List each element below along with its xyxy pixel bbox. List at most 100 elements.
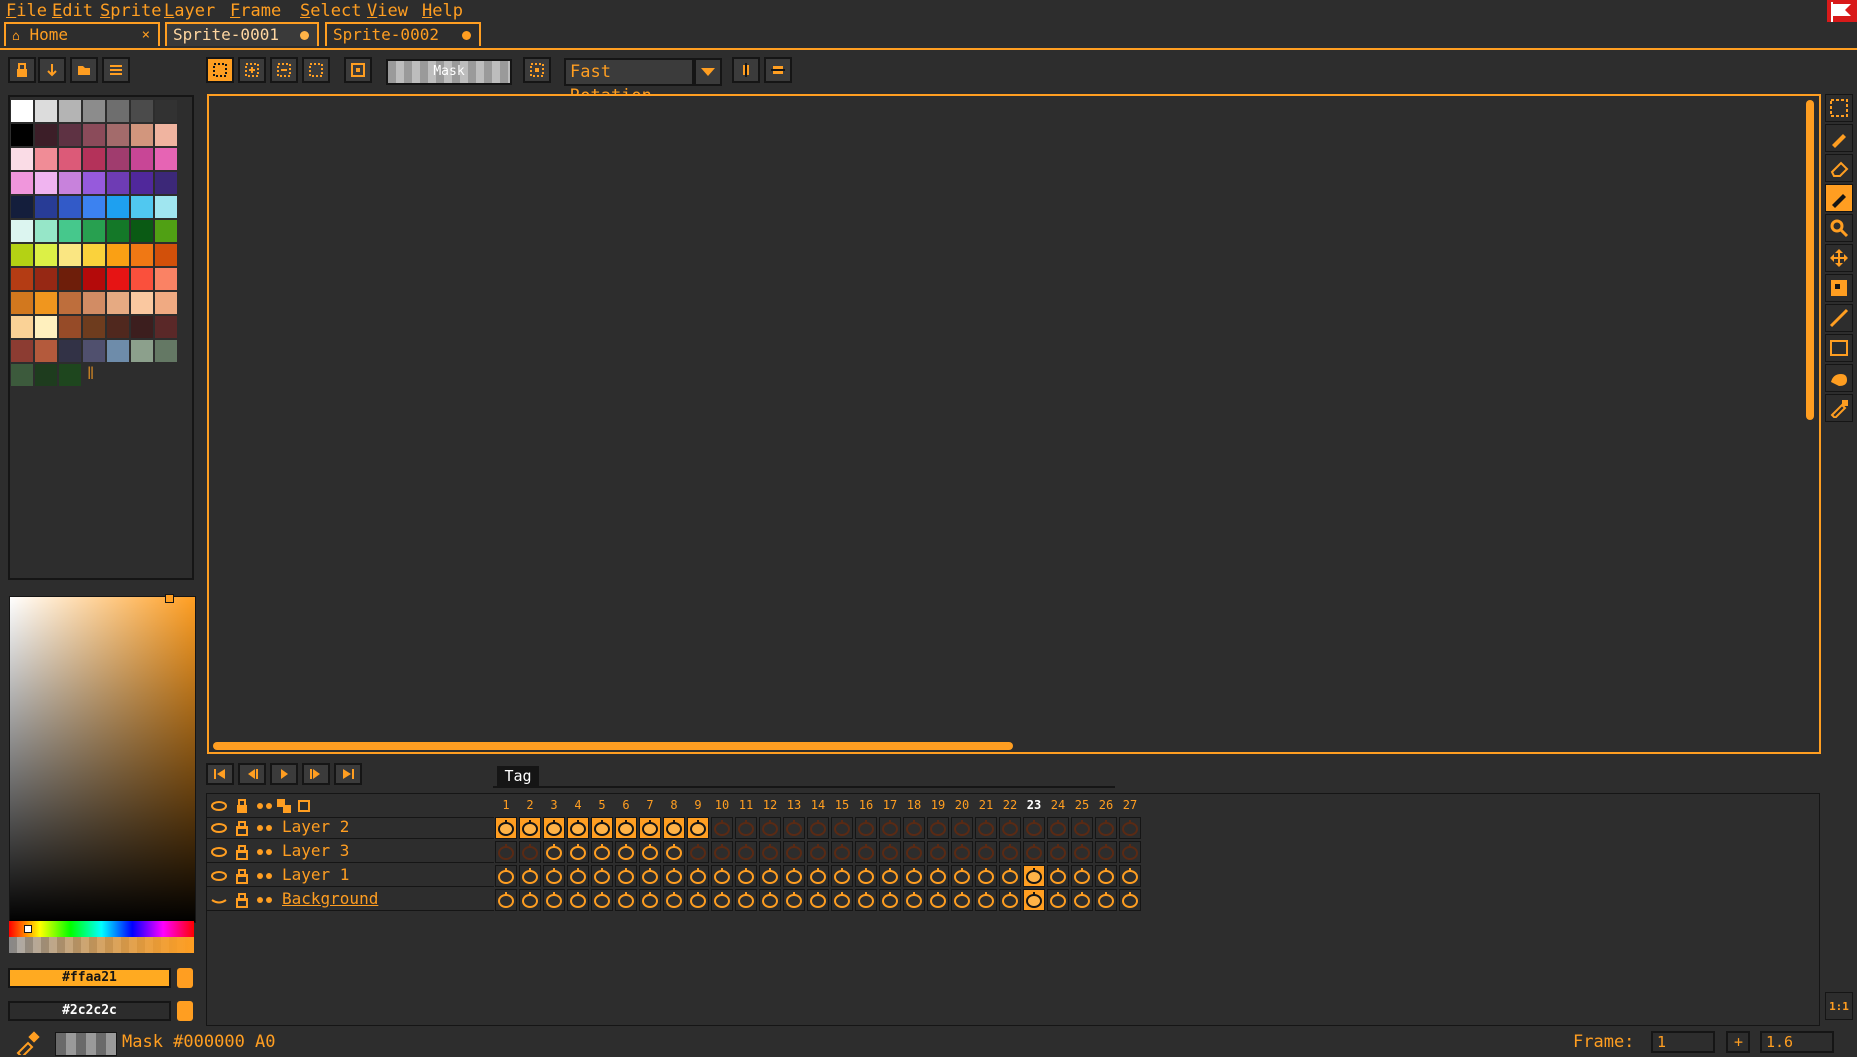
cel[interactable] — [783, 865, 805, 887]
zoom-reset-button[interactable]: 1:1 — [1825, 992, 1853, 1020]
pixel-connectedness-button[interactable] — [344, 57, 372, 83]
cel[interactable] — [807, 889, 829, 911]
palette-swatch[interactable] — [83, 196, 105, 218]
cel[interactable] — [495, 889, 517, 911]
cel[interactable] — [807, 841, 829, 863]
palette-swatch[interactable] — [59, 292, 81, 314]
eyedropper-icon[interactable] — [14, 1031, 40, 1055]
cel[interactable] — [1071, 817, 1093, 839]
palette-swatch[interactable] — [107, 100, 129, 122]
cel[interactable] — [927, 865, 949, 887]
frame-header[interactable]: 7 — [639, 795, 661, 815]
cel[interactable] — [759, 865, 781, 887]
lock-icon[interactable] — [234, 892, 250, 908]
frame-header[interactable]: 1 — [495, 795, 517, 815]
color-picker-sv-area[interactable] — [9, 596, 196, 923]
continuous-icon[interactable] — [256, 870, 274, 882]
sprite-canvas[interactable] — [207, 94, 1821, 754]
cel[interactable] — [999, 841, 1021, 863]
selection-mode-add-button[interactable] — [238, 57, 266, 83]
cel[interactable] — [831, 865, 853, 887]
rotation-algorithm-select[interactable]: Fast Rotation — [564, 58, 694, 106]
palette-swatch[interactable] — [131, 220, 153, 242]
palette-swatch[interactable] — [83, 172, 105, 194]
visibility-icon[interactable] — [210, 868, 228, 884]
cel[interactable] — [1119, 865, 1141, 887]
cel[interactable] — [1023, 817, 1045, 839]
canvas-horizontal-scrollbar[interactable] — [213, 742, 1013, 750]
cel[interactable] — [831, 889, 853, 911]
cel[interactable] — [759, 817, 781, 839]
lock-icon[interactable] — [234, 844, 250, 860]
zoom-in-button[interactable]: + — [1726, 1031, 1750, 1053]
frame-header[interactable]: 4 — [567, 795, 589, 815]
frame-header[interactable]: 8 — [663, 795, 685, 815]
palette-swatch[interactable] — [35, 364, 57, 386]
cel[interactable] — [1119, 841, 1141, 863]
palette-swatch[interactable] — [131, 148, 153, 170]
palette-swatch[interactable] — [11, 340, 33, 362]
cel[interactable] — [687, 865, 709, 887]
cel[interactable] — [663, 817, 685, 839]
background-color-indicator-icon[interactable] — [177, 1001, 193, 1021]
cel[interactable] — [831, 841, 853, 863]
palette-swatch[interactable] — [131, 100, 153, 122]
cel[interactable] — [687, 841, 709, 863]
cel[interactable] — [1095, 817, 1117, 839]
fill-tool[interactable] — [1825, 364, 1853, 392]
cel[interactable] — [543, 865, 565, 887]
cel[interactable] — [903, 841, 925, 863]
cel[interactable] — [591, 841, 613, 863]
cel[interactable] — [975, 817, 997, 839]
first-frame-button[interactable] — [206, 763, 234, 785]
cel[interactable] — [639, 817, 661, 839]
cel[interactable] — [1071, 841, 1093, 863]
frame-header[interactable]: 3 — [543, 795, 565, 815]
palette-swatch[interactable] — [59, 340, 81, 362]
cel[interactable] — [735, 841, 757, 863]
layer-row[interactable]: Layer 3 — [206, 841, 494, 863]
palette-swatch[interactable] — [59, 148, 81, 170]
cel[interactable] — [999, 817, 1021, 839]
palette-swatch[interactable] — [35, 244, 57, 266]
frame-header[interactable]: 24 — [1047, 795, 1069, 815]
layer-row[interactable]: Background — [206, 889, 494, 911]
play-button[interactable] — [270, 763, 298, 785]
cel[interactable] — [759, 841, 781, 863]
palette-swatch[interactable] — [155, 244, 177, 266]
palette-swatch[interactable] — [11, 196, 33, 218]
lock-icon[interactable] — [234, 868, 250, 884]
frame-header[interactable]: 11 — [735, 795, 757, 815]
cel[interactable] — [975, 841, 997, 863]
cancel-drop-button[interactable] — [764, 57, 792, 83]
cel[interactable] — [615, 817, 637, 839]
frame-header[interactable]: 23 — [1023, 795, 1045, 815]
palette-swatch[interactable] — [155, 196, 177, 218]
cel[interactable] — [519, 889, 541, 911]
cel[interactable] — [519, 817, 541, 839]
palette-swatch[interactable] — [107, 340, 129, 362]
foreground-color-indicator-icon[interactable] — [177, 968, 193, 988]
cel[interactable] — [879, 841, 901, 863]
palette-swatch[interactable] — [83, 124, 105, 146]
cel[interactable] — [975, 889, 997, 911]
cel[interactable] — [663, 889, 685, 911]
palette-swatch[interactable] — [83, 292, 105, 314]
cel[interactable] — [591, 889, 613, 911]
cel[interactable] — [543, 841, 565, 863]
palette-swatch[interactable] — [83, 244, 105, 266]
cel[interactable] — [1095, 889, 1117, 911]
frame-tag-label[interactable]: Tag — [497, 766, 539, 786]
previous-frame-button[interactable] — [238, 763, 266, 785]
cel[interactable] — [831, 817, 853, 839]
palette-swatch[interactable] — [35, 196, 57, 218]
menu-help[interactable]: Help — [422, 0, 463, 22]
next-frame-button[interactable] — [302, 763, 330, 785]
cel[interactable] — [1047, 865, 1069, 887]
frame-header[interactable]: 14 — [807, 795, 829, 815]
cel[interactable] — [639, 889, 661, 911]
line-tool[interactable] — [1825, 304, 1853, 332]
last-frame-button[interactable] — [334, 763, 362, 785]
frame-header[interactable]: 16 — [855, 795, 877, 815]
palette-swatch[interactable] — [155, 316, 177, 338]
